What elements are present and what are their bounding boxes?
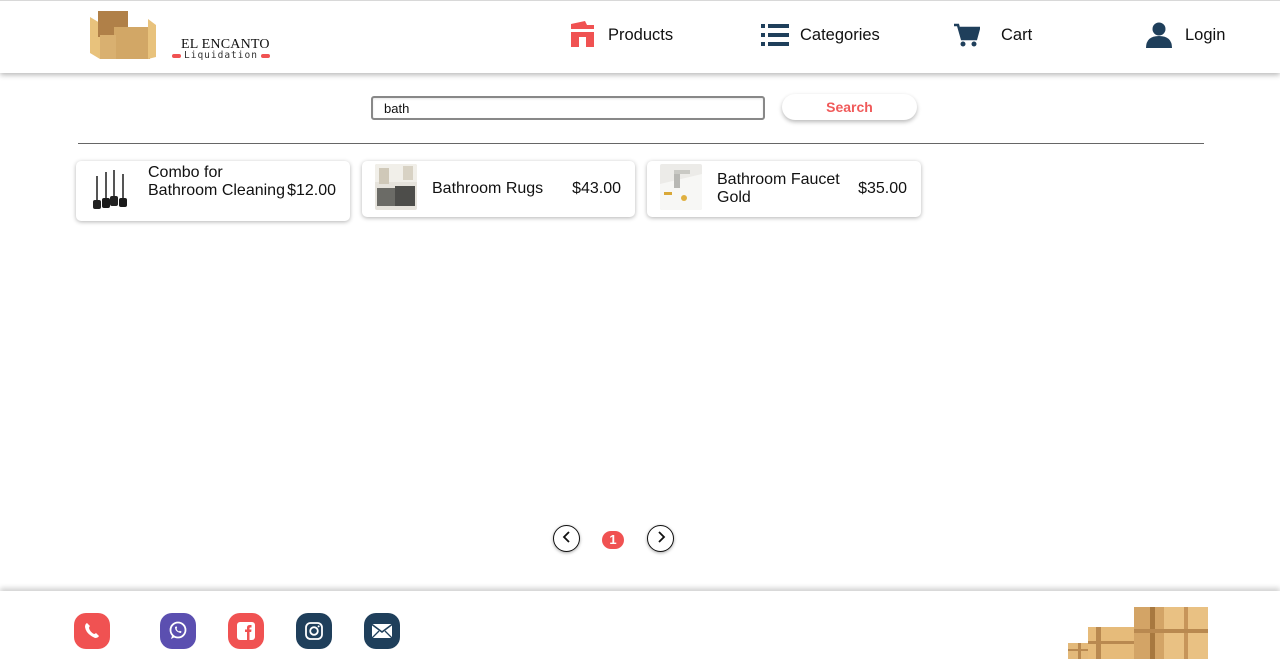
home-icon — [569, 21, 596, 49]
nav-categories-label: Categories — [800, 25, 880, 44]
product-price: $43.00 — [572, 180, 621, 197]
email-icon — [371, 623, 393, 639]
product-name: Bathroom Faucet Gold — [717, 171, 840, 206]
facebook-icon — [237, 622, 255, 640]
boxes-logo-icon — [90, 11, 156, 59]
cart-icon — [954, 22, 980, 48]
search-input[interactable] — [371, 96, 765, 120]
search-button[interactable]: Search — [782, 94, 917, 120]
product-card[interactable]: Combo for Bathroom Cleaning $12.00 — [76, 161, 350, 221]
phone-icon — [85, 623, 99, 638]
site-header: EL ENCANTO Liquidation Products Categori… — [0, 0, 1280, 73]
site-footer — [0, 591, 1280, 667]
chevron-left-icon — [562, 530, 572, 548]
nav-products[interactable]: Products — [569, 19, 673, 51]
product-name: Combo for Bathroom Cleaning — [148, 164, 285, 199]
nav-categories[interactable]: Categories — [761, 19, 880, 51]
product-card[interactable]: Bathroom Rugs $43.00 — [362, 161, 635, 217]
product-card[interactable]: Bathroom Faucet Gold $35.00 — [647, 161, 921, 217]
current-page[interactable]: 1 — [602, 531, 624, 549]
nav-login[interactable]: Login — [1146, 19, 1225, 51]
brand-tagline: Liquidation — [172, 50, 270, 61]
brand-logo[interactable]: EL ENCANTO Liquidation — [88, 9, 273, 65]
results-divider — [78, 143, 1204, 144]
nav-login-label: Login — [1185, 25, 1226, 44]
email-link[interactable] — [364, 613, 400, 649]
chevron-right-icon — [656, 530, 666, 548]
nav-products-label: Products — [608, 25, 674, 44]
nav-cart[interactable]: Cart — [954, 19, 1032, 51]
product-image — [660, 164, 702, 210]
product-image — [88, 166, 132, 214]
phone-link[interactable] — [74, 613, 110, 649]
boxes-decoration-icon — [1068, 607, 1208, 659]
facebook-link[interactable] — [228, 613, 264, 649]
next-page-button[interactable] — [647, 525, 674, 552]
user-icon — [1146, 22, 1172, 48]
product-price: $35.00 — [858, 180, 907, 197]
whatsapp-link[interactable] — [160, 613, 196, 649]
whatsapp-icon — [169, 621, 187, 639]
instagram-icon — [305, 622, 323, 640]
instagram-link[interactable] — [296, 613, 332, 649]
product-price: $12.00 — [287, 182, 336, 199]
list-icon — [761, 23, 789, 47]
prev-page-button[interactable] — [553, 525, 580, 552]
product-name: Bathroom Rugs — [432, 180, 544, 197]
nav-cart-label: Cart — [1001, 25, 1033, 44]
product-image — [375, 164, 417, 210]
